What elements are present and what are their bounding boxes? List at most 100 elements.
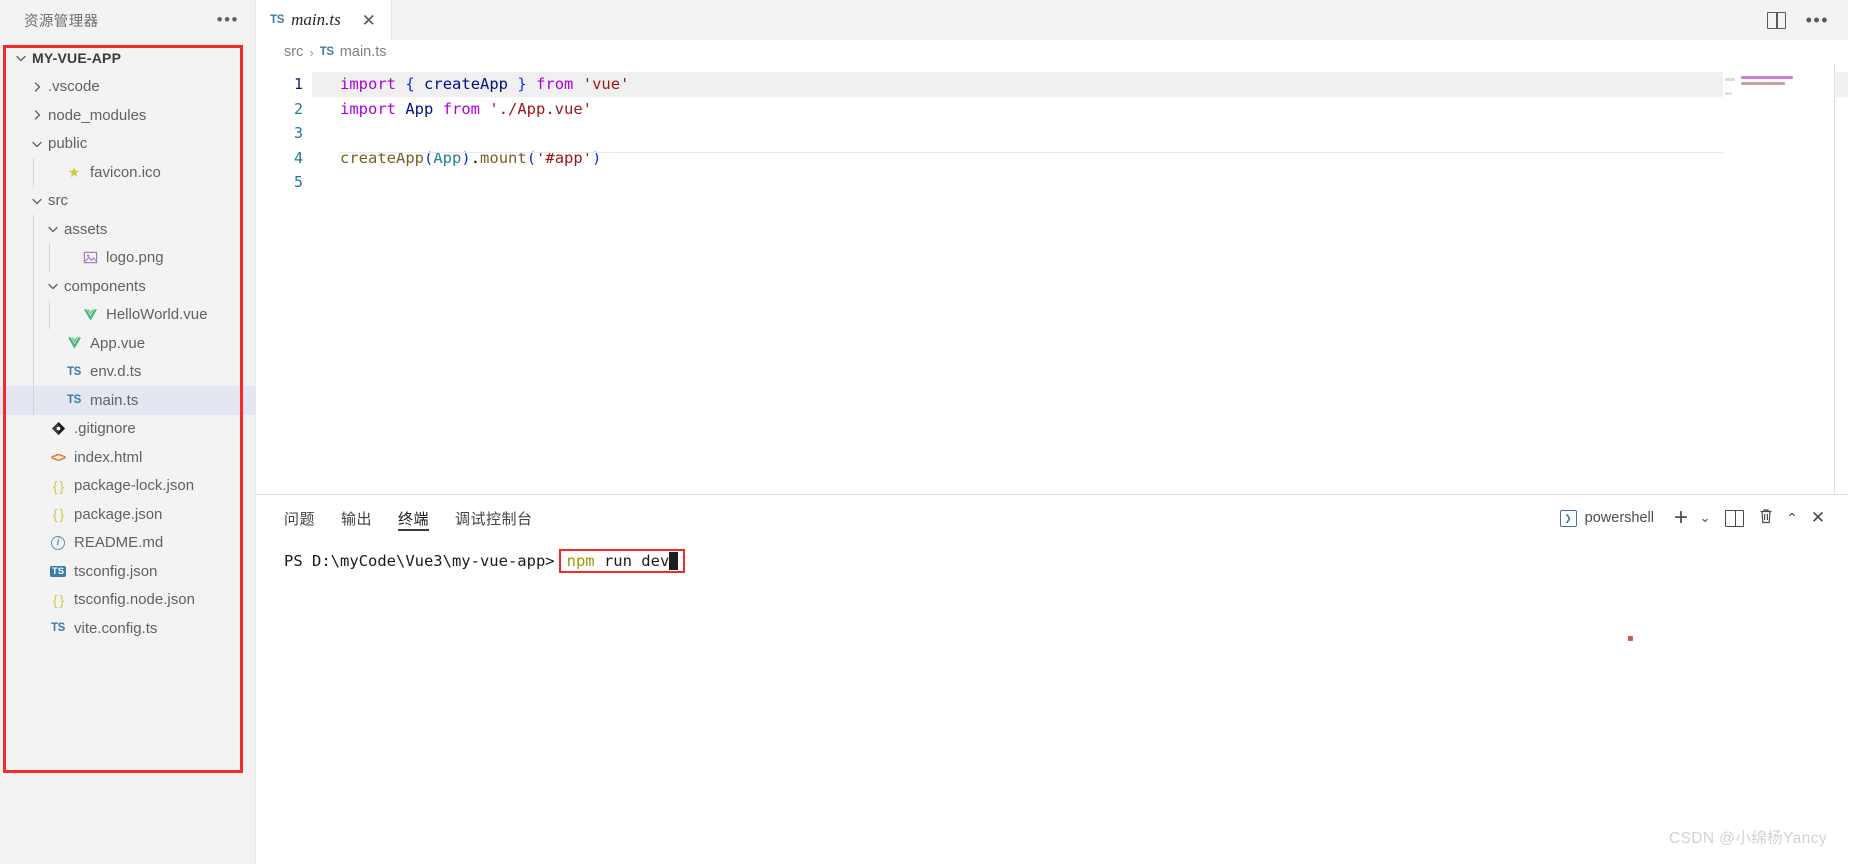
- file-type-icon: TS: [48, 619, 68, 637]
- tree-item-assets[interactable]: assets: [0, 215, 255, 244]
- tree-item-label: index.html: [74, 448, 143, 466]
- tree-item-label: vite.config.ts: [74, 619, 158, 637]
- tree-item-label: env.d.ts: [90, 363, 142, 381]
- tree-item-vscode[interactable]: .vscode: [0, 73, 255, 102]
- panel-header: 问题 输出 终端 调试控制台 ❯ powershell + ⌄ ⌃ ✕: [256, 495, 1849, 541]
- tree-item-package-json[interactable]: { } package.json: [0, 500, 255, 529]
- tree-item-label: tsconfig.node.json: [74, 591, 195, 609]
- terminal-prompt-line: PS D:\myCode\Vue3\my-vue-app> npm run de…: [284, 549, 1849, 573]
- panel-tab-3[interactable]: 调试控制台: [455, 495, 533, 541]
- tree-item-label: .vscode: [48, 78, 100, 96]
- chevron-right-icon[interactable]: [28, 107, 45, 124]
- editor-more-icon[interactable]: •••: [1806, 11, 1829, 29]
- file-type-icon: [48, 420, 68, 438]
- tree-item-env-d-ts[interactable]: TS env.d.ts: [0, 357, 255, 386]
- code-lines: 1 import { createApp } from 'vue' 2 import …: [256, 64, 1849, 195]
- minimap-line: [1741, 82, 1785, 85]
- code-token: './App.vue': [489, 99, 593, 118]
- chevron-down-icon[interactable]: [28, 135, 45, 152]
- split-terminal-icon[interactable]: [1725, 509, 1744, 527]
- editor-tabbar: TS main.ts ✕ •••: [256, 0, 1849, 40]
- split-editor-icon[interactable]: [1766, 11, 1786, 29]
- indent-guide: [33, 329, 34, 358]
- indent-guide: [49, 243, 50, 272]
- chevron-down-icon[interactable]: ⌄: [1694, 510, 1716, 526]
- terminal-cursor: [669, 552, 679, 570]
- terminal-body[interactable]: PS D:\myCode\Vue3\my-vue-app> npm run de…: [256, 541, 1849, 864]
- code-token: }: [517, 75, 527, 93]
- line-number: 5: [293, 173, 303, 191]
- chevron-right-icon[interactable]: [28, 78, 45, 95]
- tree-item-logo-png[interactable]: logo.png: [0, 243, 255, 272]
- code-line[interactable]: 5: [256, 170, 1849, 195]
- close-panel-icon[interactable]: ✕: [1805, 508, 1831, 528]
- new-terminal-icon[interactable]: +: [1668, 506, 1694, 530]
- panel-tabs: 问题 输出 终端 调试控制台: [284, 495, 533, 541]
- terminal-command-args: run dev: [594, 552, 670, 570]
- explorer-title: 资源管理器: [24, 13, 99, 30]
- bottom-panel: 问题 输出 终端 调试控制台 ❯ powershell + ⌄ ⌃ ✕ PS D…: [256, 494, 1849, 864]
- chevron-down-icon[interactable]: [44, 278, 61, 295]
- panel-tab-1[interactable]: 输出: [341, 495, 372, 541]
- chevron-down-icon[interactable]: [12, 50, 29, 67]
- editor-tabbar-actions: •••: [1766, 0, 1849, 40]
- tree-item-favicon-ico[interactable]: ★ favicon.ico: [0, 158, 255, 187]
- code-line[interactable]: 3: [256, 121, 1849, 146]
- code-line[interactable]: 2 import App from './App.vue': [256, 97, 1849, 122]
- panel-tab-2[interactable]: 终端: [398, 495, 430, 541]
- terminal-selector[interactable]: ❯ powershell: [1559, 509, 1654, 527]
- indent-guide: [33, 300, 34, 329]
- tree-item-helloworld-vue[interactable]: HelloWorld.vue: [0, 300, 255, 329]
- code-line[interactable]: 4 createApp(App).mount('#app'): [256, 146, 1849, 171]
- maximize-panel-icon[interactable]: ⌃: [1779, 510, 1805, 527]
- panel-actions: ❯ powershell + ⌄ ⌃ ✕: [1559, 506, 1831, 530]
- tree-item-main-ts[interactable]: TS main.ts: [0, 386, 255, 415]
- code-content: import App from './App.vue': [312, 97, 1849, 122]
- tree-item-tsconfig-json[interactable]: TS tsconfig.json: [0, 557, 255, 586]
- tree-item-index-html[interactable]: <> index.html: [0, 443, 255, 472]
- editor-tab-main-ts[interactable]: TS main.ts ✕: [256, 0, 392, 40]
- code-token: import: [340, 99, 396, 118]
- tree-item-public[interactable]: public: [0, 130, 255, 159]
- code-token: from: [442, 99, 481, 118]
- tree-item-label: package-lock.json: [74, 477, 195, 495]
- line-number: 4: [293, 148, 303, 167]
- tree-item-package-lock-json[interactable]: { } package-lock.json: [0, 472, 255, 501]
- explorer-sidebar: 资源管理器 ••• MY-VUE-APP .vscode node_modules p…: [0, 0, 256, 864]
- minimap[interactable]: [1723, 64, 1835, 494]
- chevron-down-icon[interactable]: [28, 192, 45, 209]
- tree-item-src[interactable]: src: [0, 187, 255, 216]
- tree-item-components[interactable]: components: [0, 272, 255, 301]
- code-line[interactable]: 1 import { createApp } from 'vue': [256, 72, 1849, 97]
- file-type-icon: ★: [64, 163, 84, 181]
- tree-item-vite-config-ts[interactable]: TS vite.config.ts: [0, 614, 255, 643]
- tree-item-node-modules[interactable]: node_modules: [0, 101, 255, 130]
- chevron-down-icon[interactable]: [44, 221, 61, 238]
- breadcrumb-item-file[interactable]: main.ts: [340, 44, 387, 60]
- breadcrumb-item-src[interactable]: src: [284, 44, 303, 60]
- indent-guide: [33, 243, 34, 272]
- tree-item-readme-md[interactable]: i README.md: [0, 529, 255, 558]
- editor-rule: [340, 152, 1723, 153]
- tree-item-label: README.md: [74, 534, 164, 552]
- kill-terminal-icon[interactable]: [1753, 508, 1779, 529]
- tree-item-tsconfig-node-json[interactable]: { } tsconfig.node.json: [0, 586, 255, 615]
- explorer-more-icon[interactable]: •••: [217, 11, 239, 28]
- tree-item-gitignore[interactable]: .gitignore: [0, 415, 255, 444]
- tree-item-app-vue[interactable]: App.vue: [0, 329, 255, 358]
- close-icon[interactable]: ✕: [360, 12, 378, 29]
- code-content: createApp(App).mount('#app'): [312, 146, 1849, 171]
- json-icon: { }: [52, 591, 64, 608]
- code-editor[interactable]: 1 import { createApp } from 'vue' 2 import …: [256, 64, 1849, 494]
- tree-root-my-vue-app[interactable]: MY-VUE-APP: [0, 44, 255, 73]
- file-type-icon: { }: [48, 477, 68, 495]
- panel-tab-0[interactable]: 问题: [284, 495, 315, 541]
- tree-item-label: logo.png: [106, 249, 164, 267]
